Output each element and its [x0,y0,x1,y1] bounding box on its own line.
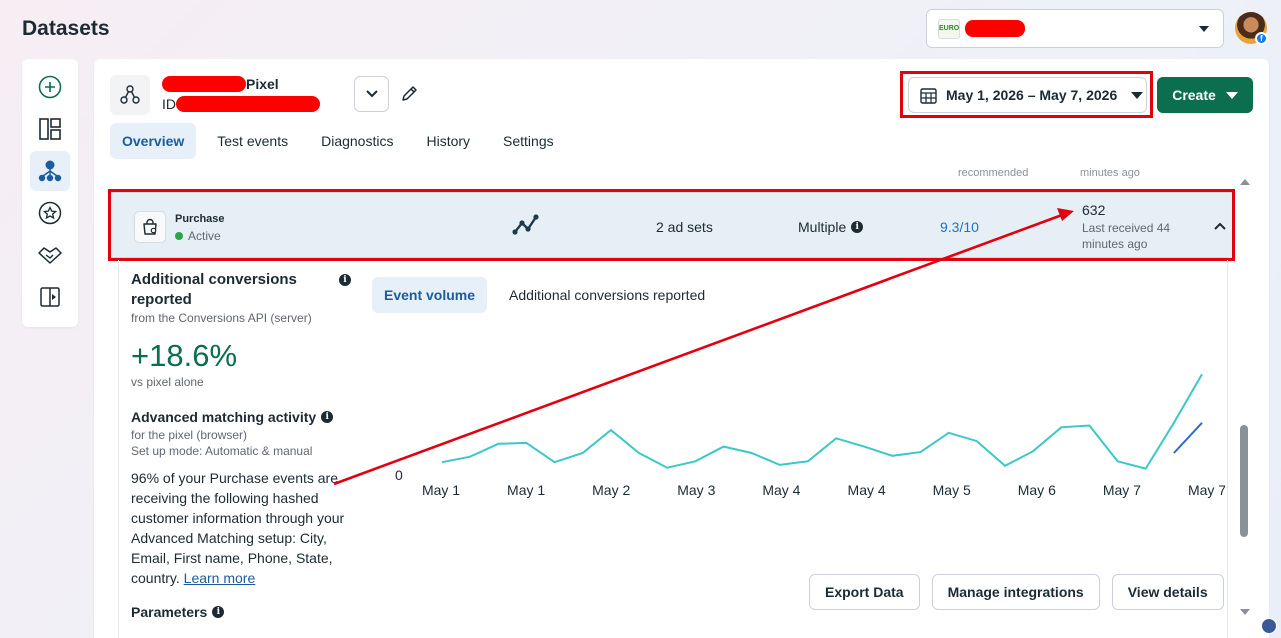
chart-tab-bar: Event volume Additional conversions repo… [372,277,727,313]
tab-bar: Overview Test events Diagnostics History… [110,123,575,159]
page-title: Datasets [22,17,110,40]
add-circle-icon [38,75,62,99]
x-tick-label: May 4 [848,482,886,498]
info-icon[interactable]: i [339,274,351,286]
document-icon [40,287,60,307]
advanced-matching-heading: Advanced matching activity [131,409,317,425]
create-label: Create [1172,87,1216,103]
tab-test-events[interactable]: Test events [205,123,300,159]
star-icon [38,201,62,225]
x-tick-label: May 6 [1018,482,1056,498]
additional-conversions-vs: vs pixel alone [131,375,204,389]
x-tick-label: May 4 [762,482,800,498]
series-line-1 [1173,422,1203,454]
pixel-id-label: ID [162,96,176,112]
account-selector[interactable]: EURO redacted [926,9,1224,48]
x-tick-label: May 1 [507,482,545,498]
learn-more-link[interactable]: Learn more [184,570,256,586]
x-tick-label: May 3 [677,482,715,498]
sidebar-item-docs[interactable] [30,277,70,317]
scrollbar-thumb[interactable] [1240,425,1248,537]
globe-icon[interactable] [1261,618,1277,634]
summary-panel: Additional conversions reported i from t… [131,270,351,622]
tab-diagnostics[interactable]: Diagnostics [309,123,405,159]
cut-off-header-text: minutes ago [1080,167,1140,179]
pixel-name: Pixel [162,76,279,92]
caret-down-icon [1225,91,1238,99]
series-line-0 [441,373,1203,470]
events-table: recommended minutes ago Purchase Active … [108,164,1249,638]
info-icon[interactable]: i [321,411,334,423]
manage-integrations-button[interactable]: Manage integrations [931,574,1100,610]
vertical-scrollbar[interactable] [1238,177,1250,617]
tab-event-volume[interactable]: Event volume [372,277,488,313]
main-panel: Pixel ID May 1, 2026 – May 7, 2026 Creat… [94,59,1269,638]
x-tick-label: May 5 [933,482,971,498]
sidebar-item-layout[interactable] [30,109,70,149]
y-tick-label: 0 [395,467,403,483]
sidebar-item-partners[interactable] [30,235,70,275]
tab-additional-conversions[interactable]: Additional conversions reported [497,277,717,313]
account-logo: EURO [938,19,960,39]
annotation-box-event-row [108,189,1235,261]
scroll-up-icon[interactable] [1240,179,1250,185]
event-details-panel: Additional conversions reported i from t… [118,260,1228,638]
additional-conversions-source: from the Conversions API (server) [131,311,312,325]
info-icon[interactable]: i [212,606,225,618]
advanced-matching-mode: Set up mode: Automatic & manual [131,444,313,458]
advanced-matching-text: 96% of your Purchase events are receivin… [131,470,345,586]
event-volume-chart: 0 May 1 May 1 May 2 May 3 May 4 May 4 May 5 May … [395,373,1225,498]
sidebar [22,59,78,327]
pixel-dropdown-button[interactable] [354,76,389,112]
pixel-id-redacted [176,96,320,112]
tab-history[interactable]: History [414,123,482,159]
account-name-redacted: redacted [965,20,1025,37]
export-data-button[interactable]: Export Data [809,574,920,610]
sidebar-item-datasets[interactable] [30,151,70,191]
x-tick-label: May 1 [422,482,460,498]
parameters-heading: Parameters [131,604,208,620]
pencil-icon[interactable] [400,83,420,103]
action-buttons: Export Data Manage integrations View det… [809,574,1224,610]
x-tick-label: May 2 [592,482,630,498]
sidebar-item-favorites[interactable] [30,193,70,233]
advanced-matching-source: for the pixel (browser) [131,428,248,442]
datasets-icon [38,160,62,182]
additional-conversions-heading: Additional conversions reported [131,271,297,308]
annotation-box-date [900,71,1153,118]
chevron-down-icon [365,90,378,98]
chevron-down-icon [1199,26,1209,32]
sidebar-item-add[interactable] [30,67,70,107]
advanced-matching-body: 96% of your Purchase events are receivin… [131,468,351,588]
view-details-button[interactable]: View details [1111,574,1224,610]
tab-settings[interactable]: Settings [491,123,566,159]
additional-conversions-percent: +18.6% [131,338,238,373]
x-tick-label: May 7 [1103,482,1141,498]
facebook-badge-icon: f [1255,32,1268,45]
tab-overview[interactable]: Overview [110,123,197,159]
scroll-down-icon[interactable] [1240,609,1250,615]
handshake-icon [38,247,62,264]
pixel-name-redacted [162,76,246,92]
cut-off-header-text: recommended [958,167,1029,179]
pixel-suffix: Pixel [246,76,279,92]
x-tick-label: May 7 [1188,482,1225,498]
pixel-icon [110,75,150,115]
pixel-id: ID [162,96,320,112]
layout-icon [39,118,61,140]
create-button[interactable]: Create [1157,77,1253,113]
